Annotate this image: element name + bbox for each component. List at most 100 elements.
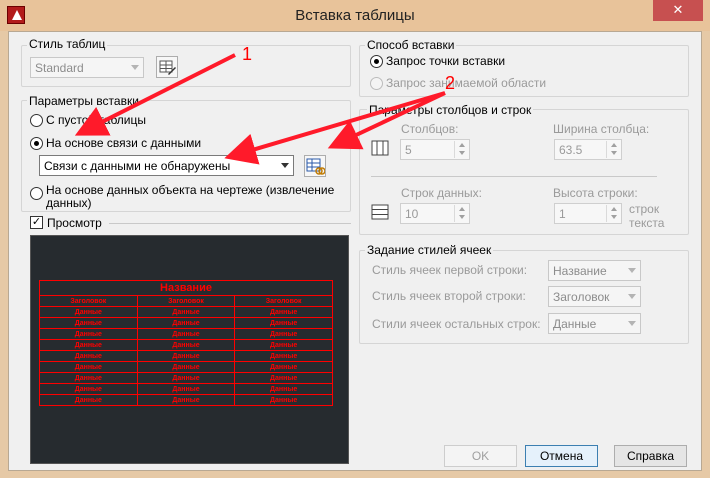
spin-down-icon[interactable] [454, 213, 468, 222]
preview-data-row: Данные Данные Данные [39, 372, 333, 384]
preview-data-row: Данные Данные Данные [39, 350, 333, 362]
data-link-manager-button[interactable] [304, 155, 326, 177]
row-height-spinner[interactable]: 1 [554, 203, 622, 224]
rows-icon [371, 204, 389, 220]
table-style-dialog-button[interactable] [156, 56, 178, 78]
radio-object-data-label[interactable]: На основе данных объекта на чертеже (изв… [46, 184, 341, 210]
preview-header-row: Заголовок Заголовок Заголовок [39, 295, 333, 307]
radio-window[interactable] [370, 77, 383, 90]
preview-data-row: Данные Данные Данные [39, 339, 333, 351]
preview-data-cell: Данные [234, 350, 333, 362]
radio-insertion-point[interactable] [370, 55, 383, 68]
preview-data-cell: Данные [234, 328, 333, 340]
preview-data-cell: Данные [136, 383, 236, 395]
dialog-client: Стиль таблиц Standard Параметры вставки … [8, 31, 702, 471]
title-bar: Вставка таблицы ✕ [0, 0, 710, 31]
data-link-icon [306, 158, 326, 175]
preview-data-cell: Данные [39, 394, 138, 406]
other-rows-style-value: Данные [553, 317, 597, 331]
spin-down-icon[interactable] [606, 213, 620, 222]
second-row-style-label: Стиль ячеек второй строки: [372, 289, 526, 303]
preview-data-cell: Данные [234, 372, 333, 384]
preview-data-cell: Данные [136, 317, 236, 329]
checkmark-icon: ✓ [31, 216, 42, 228]
preview-data-cell: Данные [136, 350, 236, 362]
data-rows-value: 10 [405, 207, 419, 221]
preview-title-cell: Название [39, 280, 333, 296]
preview-data-row: Данные Данные Данные [39, 328, 333, 340]
help-button[interactable]: Справка [614, 445, 687, 467]
preview-data-cell: Данные [234, 383, 333, 395]
second-row-style-select[interactable]: Заголовок [548, 286, 641, 307]
row-height-value: 1 [559, 207, 566, 221]
insert-params-group-title: Параметры вставки [27, 94, 141, 108]
spin-down-icon[interactable] [454, 149, 468, 158]
preview-data-cell: Данные [136, 339, 236, 351]
rows-cols-separator [371, 176, 657, 177]
preview-data-cell: Данные [234, 317, 333, 329]
preview-table: Название Заголовок Заголовок Заголовок Данны… [39, 280, 333, 406]
window-title: Вставка таблицы [295, 7, 415, 24]
preview-data-row: Данные Данные Данные [39, 317, 333, 329]
radio-object-data[interactable] [30, 187, 43, 200]
col-width-value: 63.5 [559, 143, 583, 157]
columns-icon [371, 140, 389, 156]
annotation-label-1: 1 [242, 44, 253, 64]
cancel-button[interactable]: Отмена [525, 445, 598, 467]
cell-styles-group-title: Задание стилей ячеек [365, 243, 494, 257]
col-width-label: Ширина столбца: [553, 122, 650, 136]
preview-pane: Название Заголовок Заголовок Заголовок Данны… [30, 235, 349, 464]
data-rows-label: Строк данных: [401, 186, 482, 200]
insert-method-group-title: Способ вставки [365, 38, 457, 52]
rows-cols-group-title: Параметры столбцов и строк [367, 103, 534, 117]
chevron-down-icon [628, 268, 636, 273]
preview-data-cell: Данные [39, 372, 138, 384]
data-link-select[interactable]: Связи с данными не обнаружены [39, 155, 294, 176]
first-row-style-label: Стиль ячеек первой строки: [372, 263, 528, 277]
ok-button[interactable]: OK [444, 445, 517, 467]
preview-data-cell: Данные [234, 361, 333, 373]
other-rows-style-label: Стили ячеек остальных строк: [372, 317, 541, 331]
preview-header-cell: Заголовок [136, 295, 236, 307]
table-style-group-title: Стиль таблиц [27, 37, 108, 51]
other-rows-style-select[interactable]: Данные [548, 313, 641, 334]
preview-data-cell: Данные [39, 361, 138, 373]
columns-spinner[interactable]: 5 [400, 139, 470, 160]
radio-insertion-point-label[interactable]: Запрос точки вставки [386, 54, 505, 68]
preview-data-cell: Данные [234, 306, 333, 318]
spin-down-icon[interactable] [606, 149, 620, 158]
preview-data-row: Данные Данные Данные [39, 361, 333, 373]
col-width-spinner[interactable]: 63.5 [554, 139, 622, 160]
annotation-label-2: 2 [445, 73, 456, 93]
preview-data-cell: Данные [136, 372, 236, 384]
radio-window-label[interactable]: Запрос занимаемой области [386, 76, 546, 90]
chevron-down-icon [628, 321, 636, 326]
row-height-label: Высота строки: [553, 186, 638, 200]
table-style-select[interactable]: Standard [30, 57, 144, 78]
radio-data-link[interactable] [30, 137, 43, 150]
preview-data-cell: Данные [136, 394, 236, 406]
preview-data-row: Данные Данные Данные [39, 394, 333, 406]
first-row-style-select[interactable]: Название [548, 260, 641, 281]
preview-data-cell: Данные [39, 306, 138, 318]
preview-data-row: Данные Данные Данные [39, 383, 333, 395]
preview-checkbox-label[interactable]: Просмотр [47, 216, 102, 230]
preview-data-cell: Данные [39, 350, 138, 362]
radio-empty-table-label[interactable]: С пустой таблицы [46, 113, 146, 127]
preview-data-cell: Данные [136, 361, 236, 373]
columns-value: 5 [405, 143, 412, 157]
data-rows-spinner[interactable]: 10 [400, 203, 470, 224]
close-button[interactable]: ✕ [653, 0, 703, 21]
preview-data-cell: Данные [136, 306, 236, 318]
chevron-down-icon [628, 294, 636, 299]
radio-data-link-label[interactable]: На основе связи с данными [46, 136, 201, 150]
preview-header-cell: Заголовок [234, 295, 333, 307]
first-row-style-value: Название [553, 264, 607, 278]
preview-separator [109, 223, 351, 224]
preview-data-cell: Данные [136, 328, 236, 340]
preview-checkbox[interactable]: ✓ [30, 216, 43, 229]
table-style-select-value: Standard [35, 61, 84, 75]
radio-empty-table[interactable] [30, 114, 43, 127]
second-row-style-value: Заголовок [553, 290, 610, 304]
preview-header-cell: Заголовок [39, 295, 138, 307]
